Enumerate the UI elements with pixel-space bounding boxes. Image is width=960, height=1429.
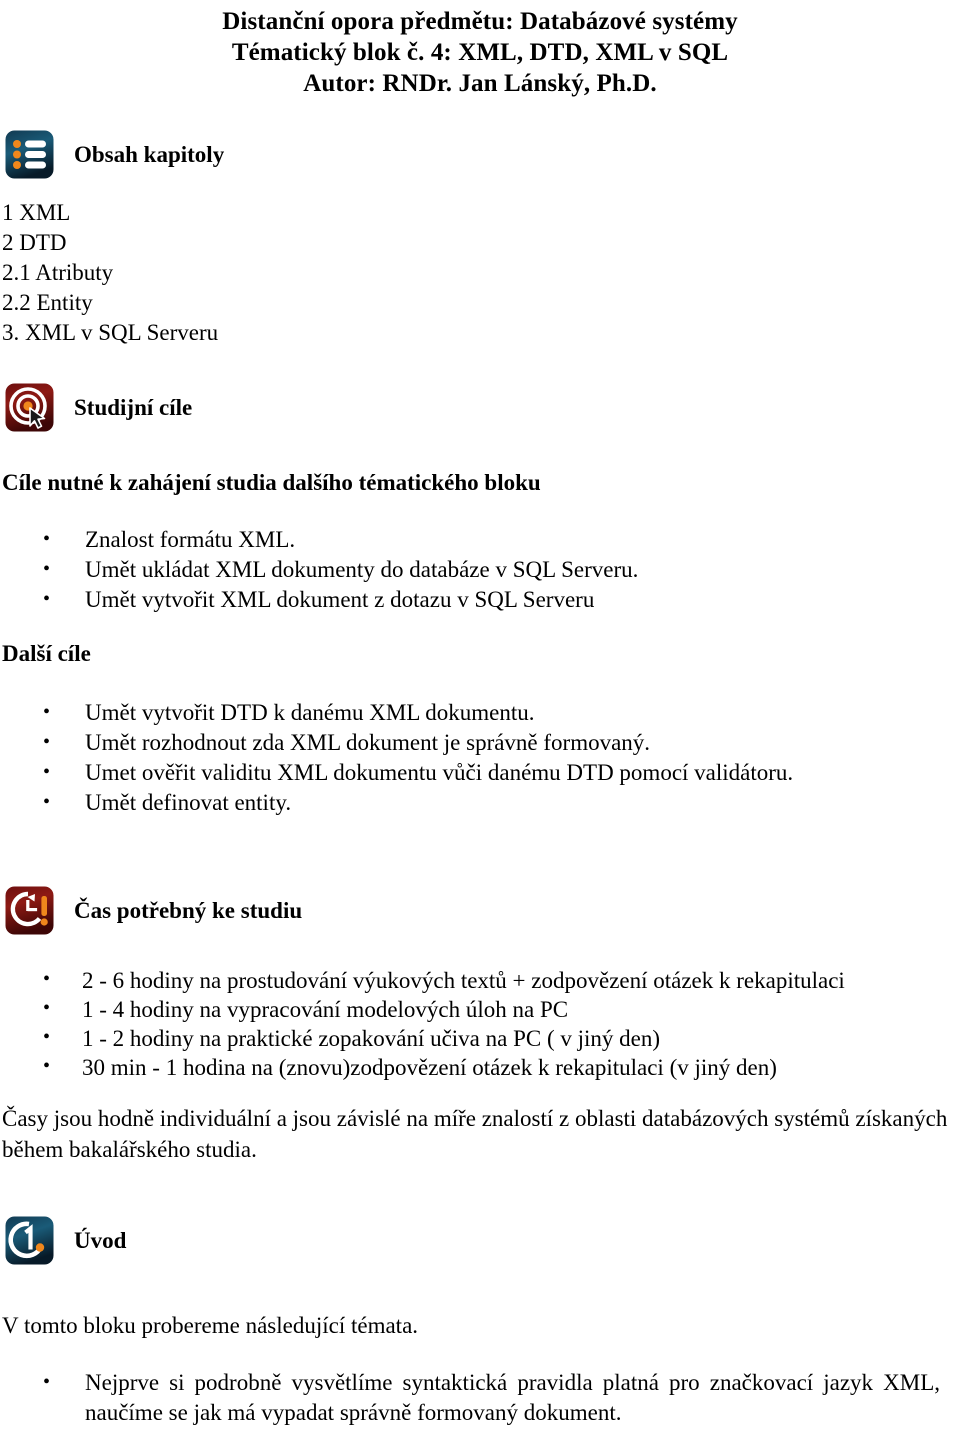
list-item: Umět rozhodnout zda XML dokument je sprá… [0,727,955,758]
list-item: Znalost formátu XML. [0,524,955,555]
list-item: Umět vytvořit XML dokument z dotazu v SQ… [0,584,955,615]
list-item: Umět vytvořit DTD k danému XML dokumentu… [0,697,955,728]
toc-item[interactable]: 2 DTD [2,228,502,258]
intro-section-header: Úvod [5,1216,126,1265]
toc-heading: Obsah kapitoly [74,141,225,167]
list-item: 1 - 4 hodiny na vypracování modelových ú… [0,994,955,1024]
toc-list: 1 XML 2 DTD 2.1 Atributy 2.2 Entity 3. X… [2,198,502,348]
title-line-2: Tématický blok č. 4: XML, DTD, XML v SQL [231,39,729,66]
list-item: 2 - 6 hodiny na prostudování výukových t… [0,965,955,995]
toc-item[interactable]: 3. XML v SQL Serveru [2,318,502,348]
time-section-header: Čas potřebný ke studiu [5,886,302,935]
toc-item[interactable]: 1 XML [2,198,502,228]
list-icon [5,130,54,179]
further-goals-heading: Další cíle [2,641,91,666]
goals-subheading: Cíle nutné k zahájení studia dalšího tém… [2,470,541,495]
further-goals-list: Umět vytvořit DTD k danému XML dokumentu… [0,697,955,818]
intro-list: Nejprve si podrobně vysvětlíme syntaktic… [0,1367,950,1428]
list-item: Umět ukládat XML dokumenty do databáze v… [0,554,955,585]
toc-section-header: Obsah kapitoly [5,130,224,179]
toc-item[interactable]: 2.2 Entity [2,288,502,318]
title-line-1: Distanční opora předmětu: Databázové sys… [222,8,738,35]
title-line-3: Autor: RNDr. Jan Lánský, Ph.D. [303,70,657,97]
document-title: Distanční opora předmětu: Databázové sys… [0,0,960,99]
document-page: Distanční opora předmětu: Databázové sys… [0,0,960,1429]
list-item: 1 - 2 hodiny na praktické zopakování uči… [0,1023,955,1053]
number-one-icon [5,1216,54,1265]
clock-alert-icon [5,886,54,935]
time-list: 2 - 6 hodiny na prostudování výukových t… [0,965,955,1082]
list-item: Umet ověřit validitu XML dokumentu vůči … [0,757,955,788]
goals-heading: Studijní cíle [74,394,193,420]
intro-heading: Úvod [74,1227,127,1253]
intro-paragraph: V tomto bloku probereme následující téma… [2,1313,419,1338]
goals-section-header: Studijní cíle [5,383,192,432]
toc-item[interactable]: 2.1 Atributy [2,258,502,288]
time-heading: Čas potřebný ke studiu [74,897,303,923]
time-note: Časy jsou hodně individuální a jsou závi… [2,1106,948,1162]
target-cursor-icon [5,383,54,432]
list-item: Umět definovat entity. [0,787,955,818]
goals-list: Znalost formátu XML. Umět ukládat XML do… [0,524,955,615]
list-item: Nejprve si podrobně vysvětlíme syntaktic… [0,1367,950,1428]
list-item: 30 min - 1 hodina na (znovu)zodpovězení … [0,1052,955,1082]
